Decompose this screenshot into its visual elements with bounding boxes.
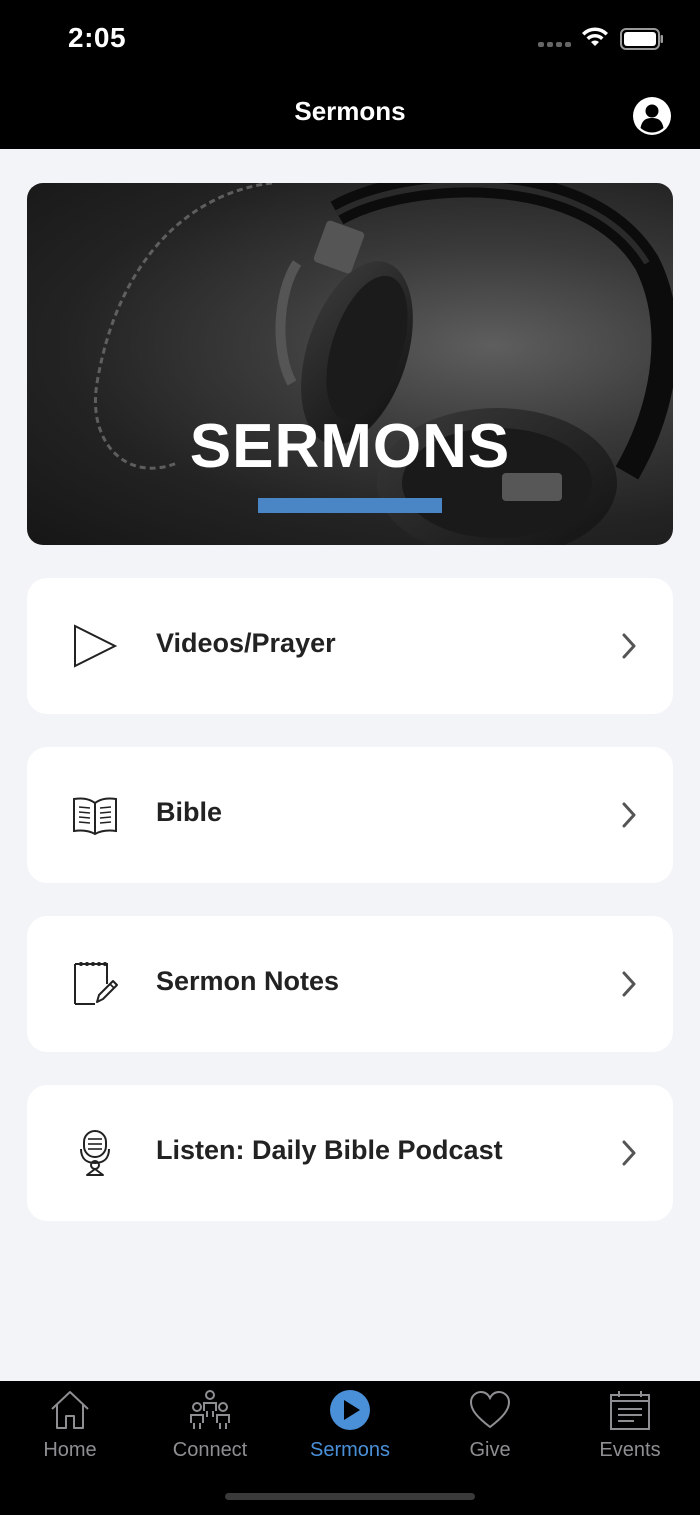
tab-events[interactable]: Events: [560, 1381, 700, 1471]
menu-item-label: Listen: Daily Bible Podcast: [156, 1135, 503, 1165]
navigation-bar: Sermons: [0, 76, 700, 149]
calendar-icon: [610, 1391, 650, 1430]
page-title: Sermons: [294, 96, 406, 126]
menu-item-videos-prayer[interactable]: Videos/Prayer: [27, 578, 673, 714]
menu-item-label: Bible: [156, 797, 223, 827]
chevron-right-icon: [622, 1140, 636, 1166]
banner-underline: [258, 498, 442, 513]
status-time: 2:05: [68, 22, 127, 53]
menu-item-daily-bible-podcast[interactable]: Listen: Daily Bible Podcast: [27, 1085, 673, 1221]
tab-label: Events: [599, 1439, 661, 1461]
home-indicator[interactable]: [225, 1493, 475, 1500]
wifi-icon: [582, 27, 608, 46]
tab-sermons[interactable]: Sermons: [280, 1381, 420, 1471]
open-book-icon: [73, 797, 117, 836]
people-icon: [190, 1390, 230, 1429]
tab-home[interactable]: Home: [0, 1381, 140, 1471]
person-circle-icon[interactable]: [632, 96, 672, 136]
menu-item-sermon-notes[interactable]: Sermon Notes: [27, 916, 673, 1052]
tab-label: Connect: [172, 1439, 248, 1461]
tab-give[interactable]: Give: [420, 1381, 560, 1471]
chevron-right-icon: [622, 633, 636, 659]
signal-icon: [538, 42, 572, 47]
notepad-pencil-icon: [74, 962, 118, 1005]
play-outline-icon: [74, 624, 118, 668]
menu-item-label: Videos/Prayer: [156, 628, 336, 658]
heart-icon: [469, 1390, 511, 1429]
menu-item-bible[interactable]: Bible: [27, 747, 673, 883]
headphones-image: [94, 183, 673, 545]
microphone-icon: [80, 1130, 110, 1176]
chevron-right-icon: [622, 802, 636, 828]
battery-icon: [620, 28, 663, 50]
tab-label: Sermons: [309, 1439, 391, 1461]
tab-label: Home: [43, 1439, 97, 1461]
status-bar: 2:05: [0, 0, 700, 76]
home-icon: [51, 1391, 89, 1429]
tab-label: Give: [469, 1439, 511, 1461]
menu-item-label: Sermon Notes: [156, 966, 340, 996]
tab-connect[interactable]: Connect: [140, 1381, 280, 1471]
chevron-right-icon: [622, 971, 636, 997]
banner-title: SERMONS: [189, 412, 511, 481]
play-circle-icon: [330, 1390, 370, 1430]
sermons-banner[interactable]: SERMONS: [27, 183, 673, 545]
